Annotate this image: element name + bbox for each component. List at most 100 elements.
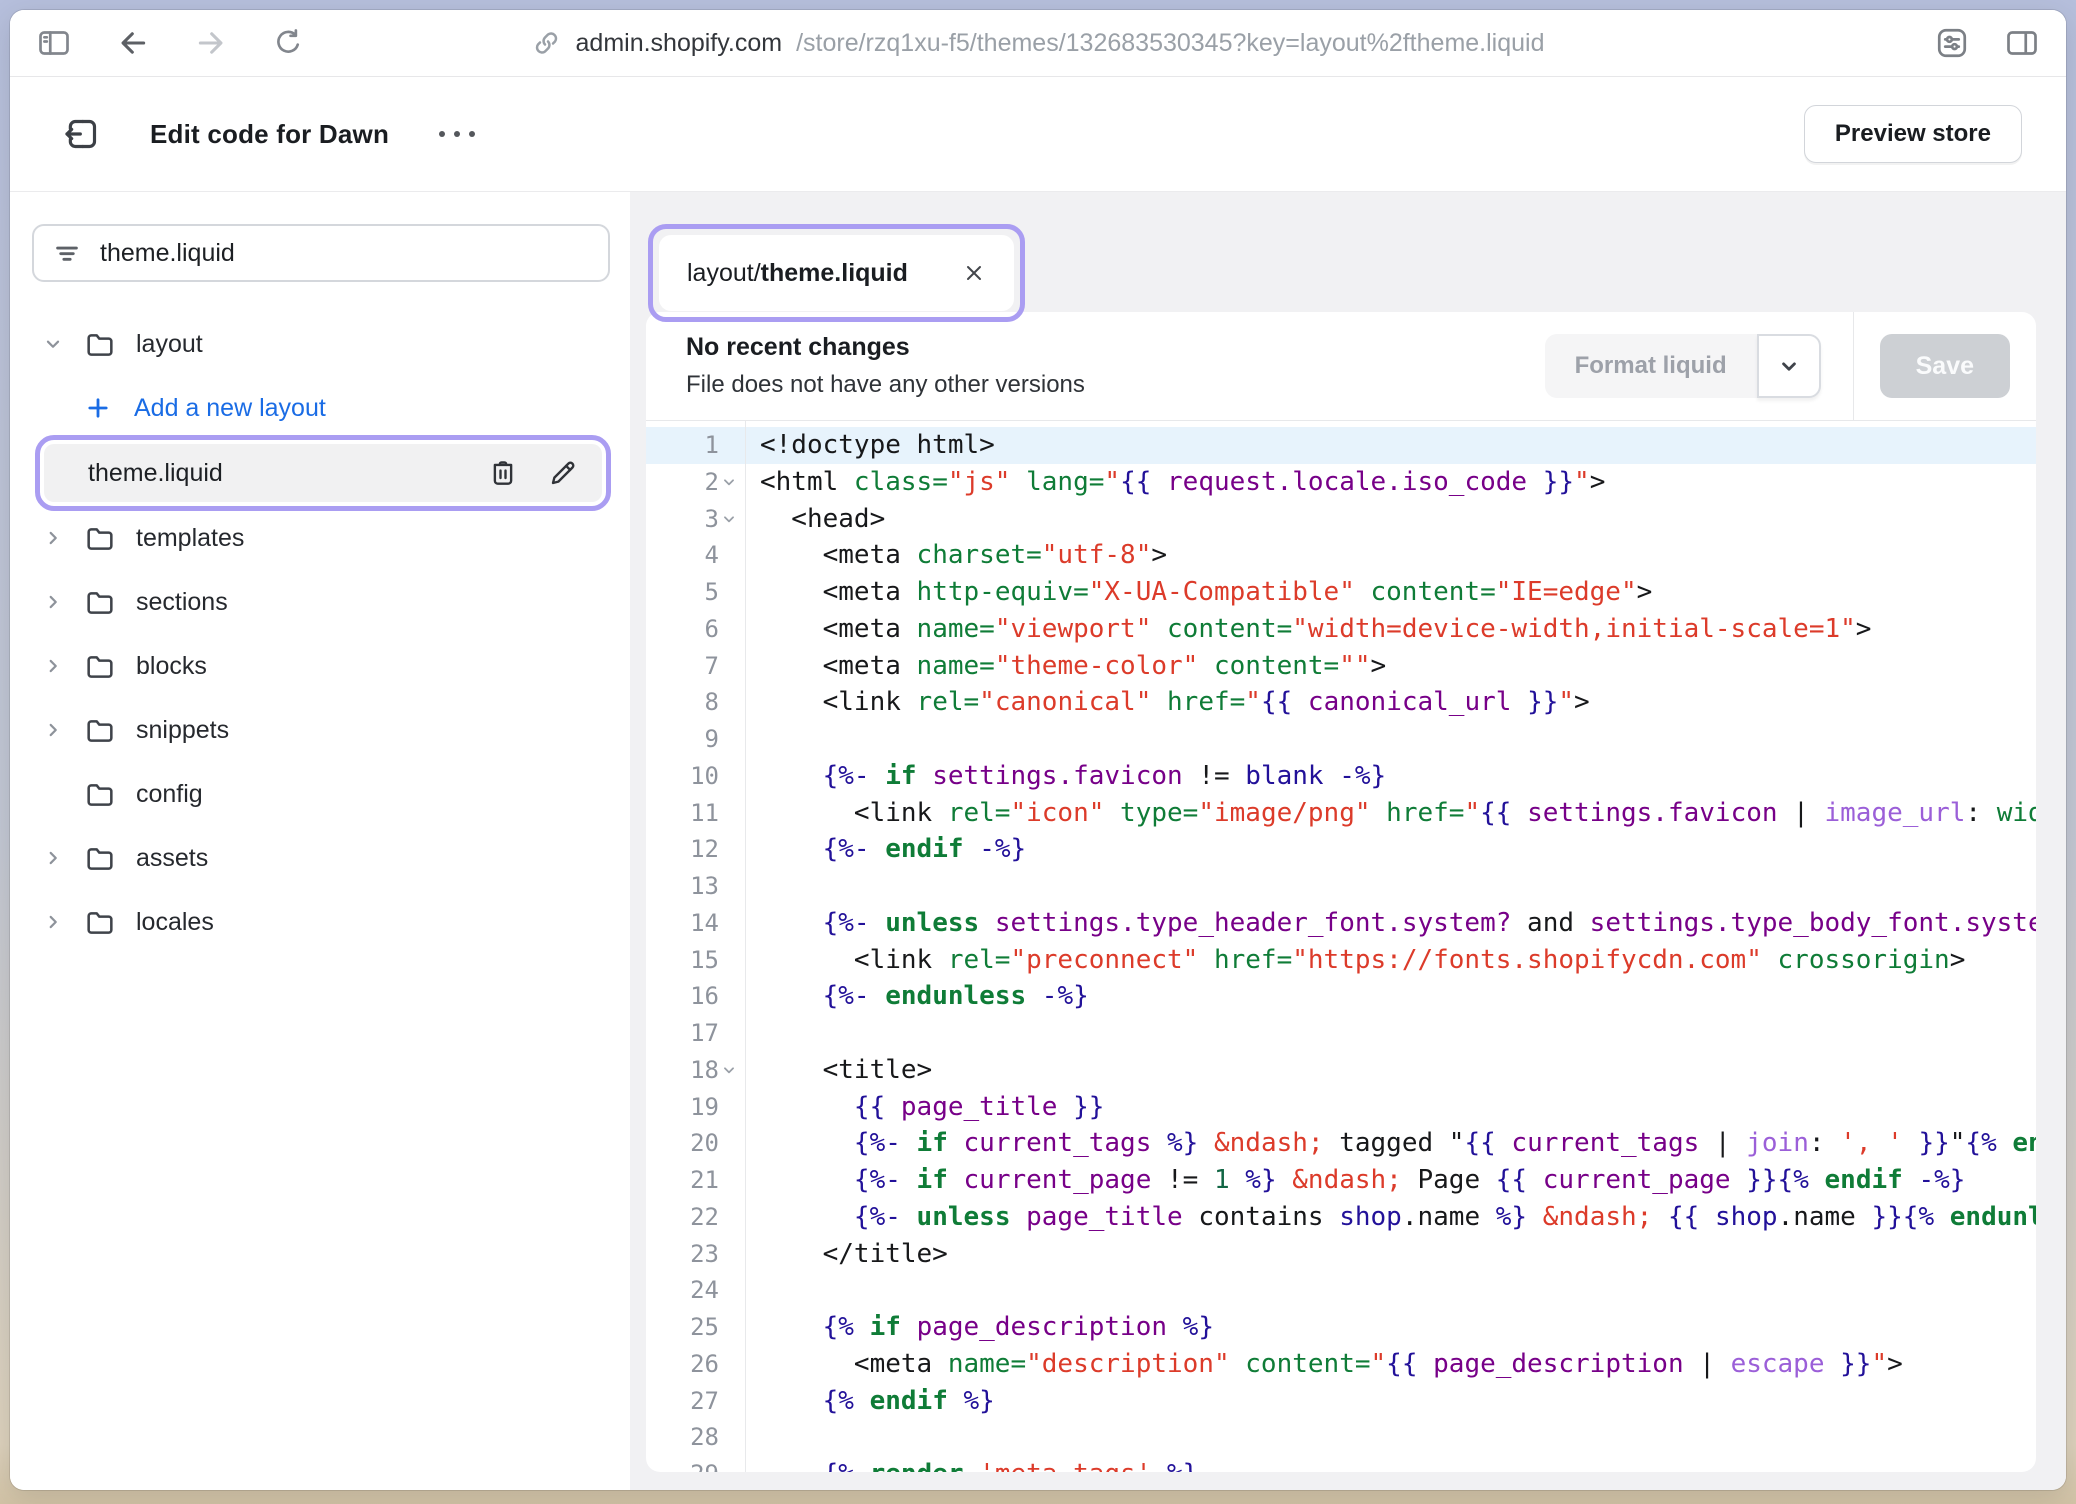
active-tab-highlight-ring: layout/theme.liquid [648, 224, 1025, 322]
line-number-26: 26 [646, 1346, 745, 1383]
fold-toggle-icon[interactable] [719, 475, 739, 489]
line-number-4: 4 [646, 537, 745, 574]
browser-window: admin.shopify.com/store/rzq1xu-f5/themes… [10, 10, 2066, 1490]
chevron-right-icon[interactable] [42, 591, 84, 613]
tab-label: layout/theme.liquid [687, 259, 908, 288]
code-line-28[interactable] [746, 1419, 2036, 1456]
code-lines[interactable]: <!doctype html><html class="js" lang="{{… [746, 421, 2036, 1472]
tab-theme-liquid[interactable]: layout/theme.liquid [659, 235, 1014, 311]
code-line-10[interactable]: {%- if settings.favicon != blank -%} [746, 758, 2036, 795]
code-line-25[interactable]: {% if page_description %} [746, 1309, 2036, 1346]
code-line-16[interactable]: {%- endunless -%} [746, 978, 2036, 1015]
line-number-8: 8 [646, 684, 745, 721]
code-line-15[interactable]: <link rel="preconnect" href="https://fon… [746, 942, 2036, 979]
folder-icon [84, 778, 116, 810]
code-line-26[interactable]: <meta name="description" content="{{ pag… [746, 1346, 2036, 1383]
code-area[interactable]: 1234567891011121314151617181920212223242… [646, 421, 2036, 1472]
chevron-right-icon[interactable] [42, 655, 84, 677]
chevron-right-icon[interactable] [42, 719, 84, 741]
file-search-input[interactable]: theme.liquid [32, 224, 610, 282]
code-line-3[interactable]: <head> [746, 501, 2036, 538]
line-number-16: 16 [646, 978, 745, 1015]
code-line-19[interactable]: {{ page_title }} [746, 1089, 2036, 1126]
code-line-29[interactable]: {% render 'meta-tags' %} [746, 1456, 2036, 1472]
version-status-subtitle: File does not have any other versions [686, 371, 1545, 399]
code-editor-panel: No recent changes File does not have any… [646, 312, 2036, 1472]
format-options-dropdown[interactable] [1757, 334, 1821, 398]
sidebar-item-theme-liquid[interactable]: theme.liquid [44, 444, 602, 502]
code-line-1[interactable]: <!doctype html> [746, 427, 2036, 464]
line-number-28: 28 [646, 1419, 745, 1456]
code-line-22[interactable]: {%- unless page_title contains shop.name… [746, 1199, 2036, 1236]
sidebar-folder-blocks[interactable]: blocks [32, 634, 610, 698]
back-button[interactable] [116, 26, 150, 60]
fold-toggle-icon[interactable] [719, 512, 739, 526]
line-number-12: 12 [646, 831, 745, 868]
sidebar-folder-sections[interactable]: sections [32, 570, 610, 634]
code-line-18[interactable]: <title> [746, 1052, 2036, 1089]
sidebar-folder-config[interactable]: config [32, 762, 610, 826]
code-line-5[interactable]: <meta http-equiv="X-UA-Compatible" conte… [746, 574, 2036, 611]
line-number-2: 2 [646, 464, 745, 501]
version-status-title: No recent changes [686, 333, 1545, 362]
line-number-18: 18 [646, 1052, 745, 1089]
save-button[interactable]: Save [1880, 334, 2010, 398]
url-host: admin.shopify.com [576, 29, 783, 58]
sidebar-folder-locales[interactable]: locales [32, 890, 610, 954]
code-line-8[interactable]: <link rel="canonical" href="{{ canonical… [746, 684, 2036, 721]
sidebar-folder-snippets[interactable]: snippets [32, 698, 610, 762]
line-number-10: 10 [646, 758, 745, 795]
code-line-23[interactable]: </title> [746, 1236, 2036, 1273]
filter-icon [52, 238, 82, 268]
sidebar-folder-assets[interactable]: assets [32, 826, 610, 890]
chevron-down-icon[interactable] [42, 333, 84, 355]
code-line-20[interactable]: {%- if current_tags %} &ndash; tagged "{… [746, 1125, 2036, 1162]
line-number-15: 15 [646, 942, 745, 979]
close-tab-icon[interactable] [962, 261, 986, 285]
split-view-icon[interactable] [2004, 25, 2040, 61]
code-line-21[interactable]: {%- if current_page != 1 %} &ndash; Page… [746, 1162, 2036, 1199]
folder-icon [84, 650, 116, 682]
code-line-27[interactable]: {% endif %} [746, 1383, 2036, 1420]
reload-button[interactable] [272, 27, 304, 59]
line-number-23: 23 [646, 1236, 745, 1273]
format-liquid-button[interactable]: Format liquid [1545, 334, 1757, 398]
sidebar-toggle-icon[interactable] [36, 25, 72, 61]
delete-file-icon[interactable] [488, 458, 518, 488]
line-number-gutter: 1234567891011121314151617181920212223242… [646, 421, 746, 1472]
line-number-29: 29 [646, 1456, 745, 1472]
code-line-9[interactable] [746, 721, 2036, 758]
browser-settings-icon[interactable] [1934, 25, 1970, 61]
chevron-right-icon[interactable] [42, 911, 84, 933]
code-line-14[interactable]: {%- unless settings.type_header_font.sys… [746, 905, 2036, 942]
code-line-6[interactable]: <meta name="viewport" content="width=dev… [746, 611, 2036, 648]
folder-icon [84, 842, 116, 874]
code-line-2[interactable]: <html class="js" lang="{{ request.locale… [746, 464, 2036, 501]
code-line-12[interactable]: {%- endif -%} [746, 831, 2036, 868]
sidebar-folder-templates[interactable]: templates [32, 506, 610, 570]
folder-icon [84, 906, 116, 938]
preview-store-button[interactable]: Preview store [1804, 105, 2022, 163]
line-number-20: 20 [646, 1125, 745, 1162]
code-line-11[interactable]: <link rel="icon" type="image/png" href="… [746, 795, 2036, 832]
address-bar[interactable]: admin.shopify.com/store/rzq1xu-f5/themes… [532, 10, 1545, 76]
file-name: theme.liquid [88, 459, 223, 488]
search-value: theme.liquid [100, 239, 235, 268]
code-line-4[interactable]: <meta charset="utf-8"> [746, 537, 2036, 574]
exit-editor-icon[interactable] [62, 114, 102, 154]
folder-icon [84, 522, 116, 554]
line-number-25: 25 [646, 1309, 745, 1346]
code-line-17[interactable] [746, 1015, 2036, 1052]
code-line-7[interactable]: <meta name="theme-color" content=""> [746, 648, 2036, 685]
line-number-3: 3 [646, 501, 745, 538]
add-new-layout-link[interactable]: Add a new layout [32, 376, 610, 440]
code-line-24[interactable] [746, 1272, 2036, 1309]
chevron-right-icon[interactable] [42, 527, 84, 549]
chevron-right-icon[interactable] [42, 847, 84, 869]
code-line-13[interactable] [746, 868, 2036, 905]
line-number-19: 19 [646, 1089, 745, 1126]
more-actions-button[interactable] [439, 131, 475, 137]
rename-file-icon[interactable] [548, 458, 578, 488]
fold-toggle-icon[interactable] [719, 1063, 739, 1077]
sidebar-folder-layout[interactable]: layout [32, 312, 610, 376]
